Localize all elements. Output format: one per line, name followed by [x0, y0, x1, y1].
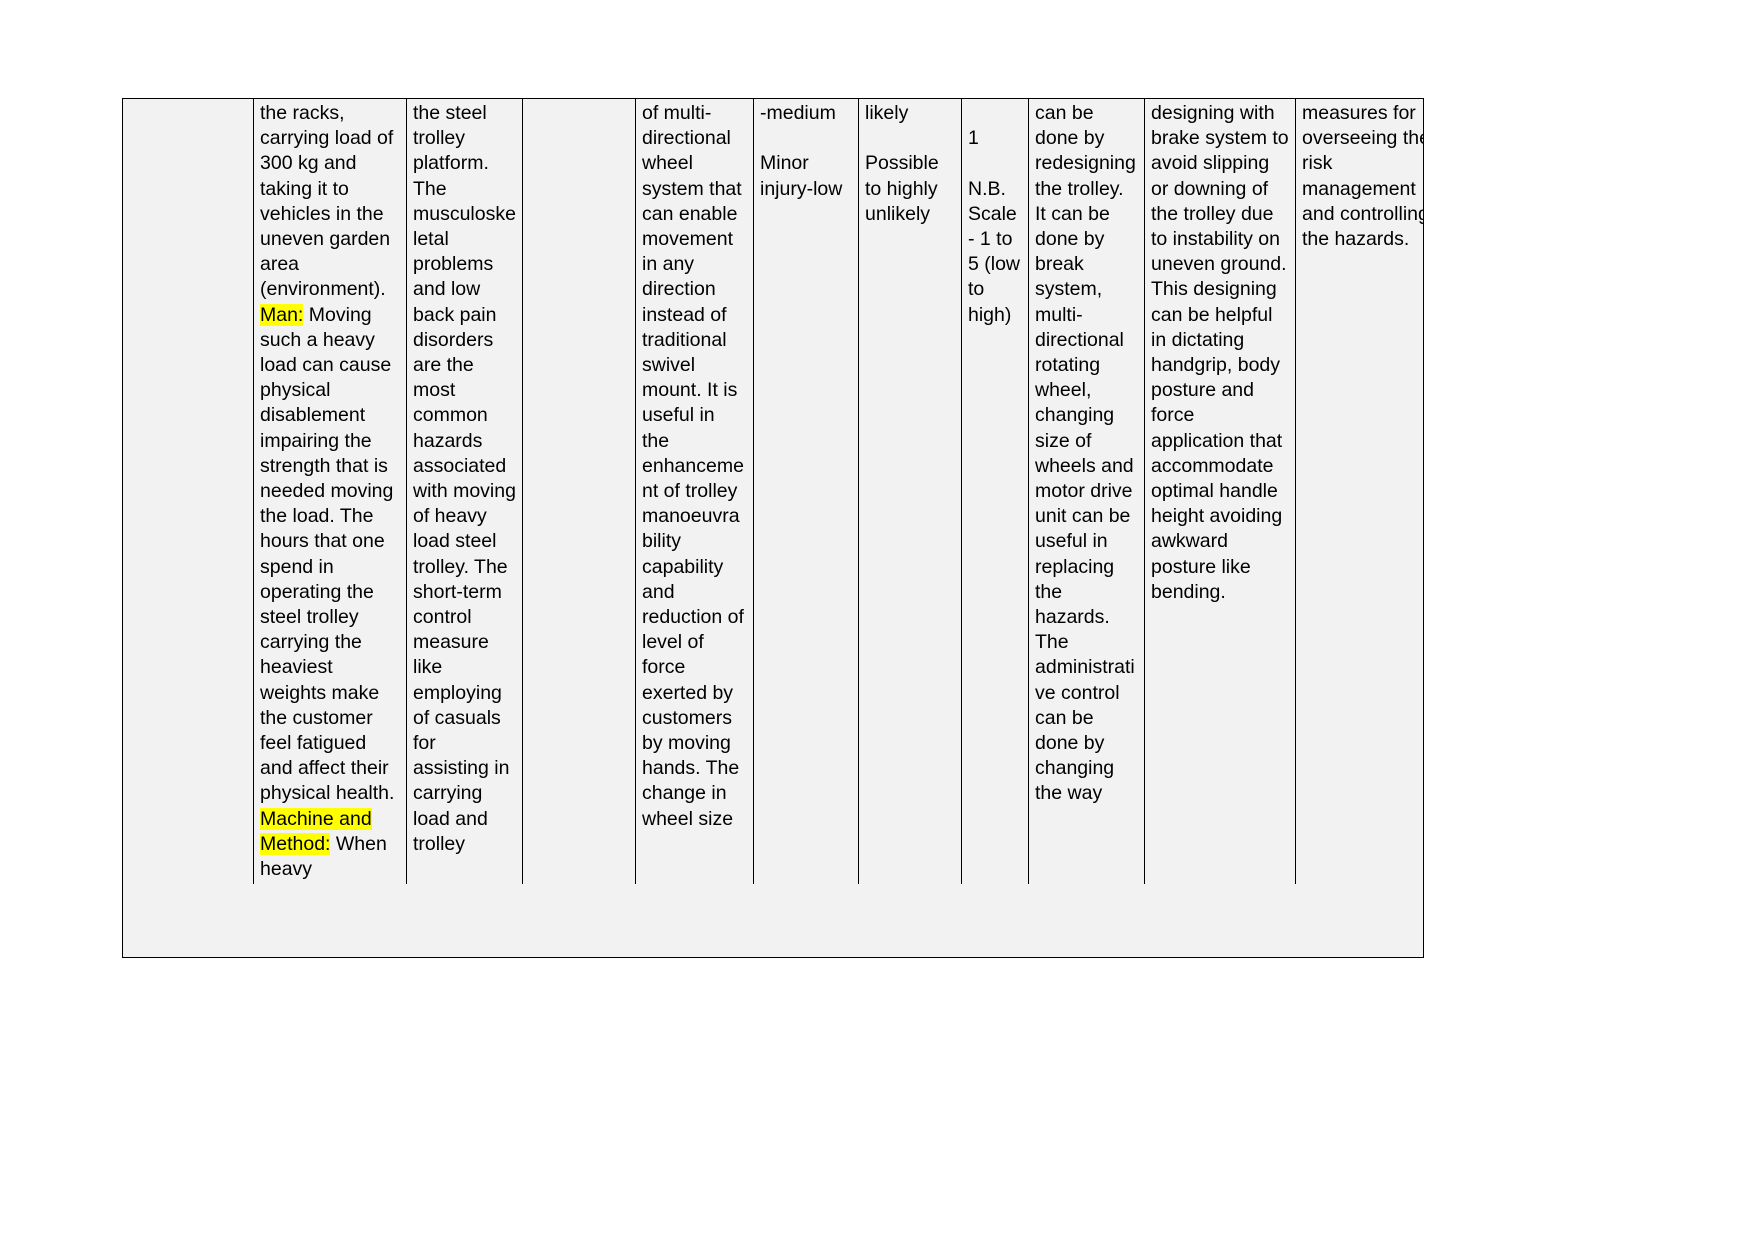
severity-line-2: Minor injury-low [760, 152, 843, 200]
activity-text-man: Moving such a heavy load can cause physi… [260, 303, 395, 805]
cell-severity: -medium Minor injury-low [753, 99, 859, 885]
likelihood-line-2: Possible to highly unlikely [865, 152, 939, 225]
cell-control-measure: of multi-directional wheel system that c… [635, 99, 754, 885]
cell-monitoring-measures: measures for overseeing the risk managem… [1295, 99, 1424, 885]
severity-spacer [760, 126, 852, 151]
control-text: of multi-directional wheel system that c… [642, 102, 744, 830]
hazard-text: the steel trolley platform. The musculos… [413, 102, 516, 855]
cell-design-control: designing with brake system to avoid sli… [1144, 99, 1296, 885]
design-text: designing with brake system to avoid sli… [1151, 102, 1289, 603]
likelihood-line-1: likely [865, 102, 909, 124]
cell-blank-1 [522, 99, 636, 885]
risk-assessment-table: the racks, carrying load of 300 kg and t… [123, 99, 1424, 885]
cell-hazard-description: the steel trolley platform. The musculos… [406, 99, 523, 885]
table-row: the racks, carrying load of 300 kg and t… [123, 99, 1424, 885]
rating-note: N.B. Scale- 1 to 5 (low to high) [968, 177, 1021, 326]
cell-empty-left [123, 99, 254, 885]
likelihood-spacer [865, 126, 955, 151]
risk-assessment-table-container: the racks, carrying load of 300 kg and t… [122, 98, 1424, 958]
engineering-text: can be done by redesigning the trolley. … [1035, 102, 1136, 805]
rating-spacer [968, 151, 1022, 176]
cell-activity-description: the racks, carrying load of 300 kg and t… [253, 99, 407, 885]
activity-highlight-man: Man: [260, 303, 304, 326]
cell-engineering-control: can be done by redesigning the trolley. … [1028, 99, 1145, 885]
rating-value: 1 [968, 127, 979, 150]
rating-top-spacer [968, 101, 1022, 126]
document-page: the racks, carrying load of 300 kg and t… [0, 0, 1754, 1241]
cell-risk-rating: 1 N.B. Scale- 1 to 5 (low to high) [961, 99, 1029, 885]
cell-likelihood: likely Possible to highly unlikely [858, 99, 962, 885]
activity-lead-text: the racks, carrying load of 300 kg and t… [260, 102, 394, 301]
monitoring-text: measures for overseeing the risk managem… [1302, 102, 1424, 251]
severity-line-1: -medium [760, 102, 836, 124]
